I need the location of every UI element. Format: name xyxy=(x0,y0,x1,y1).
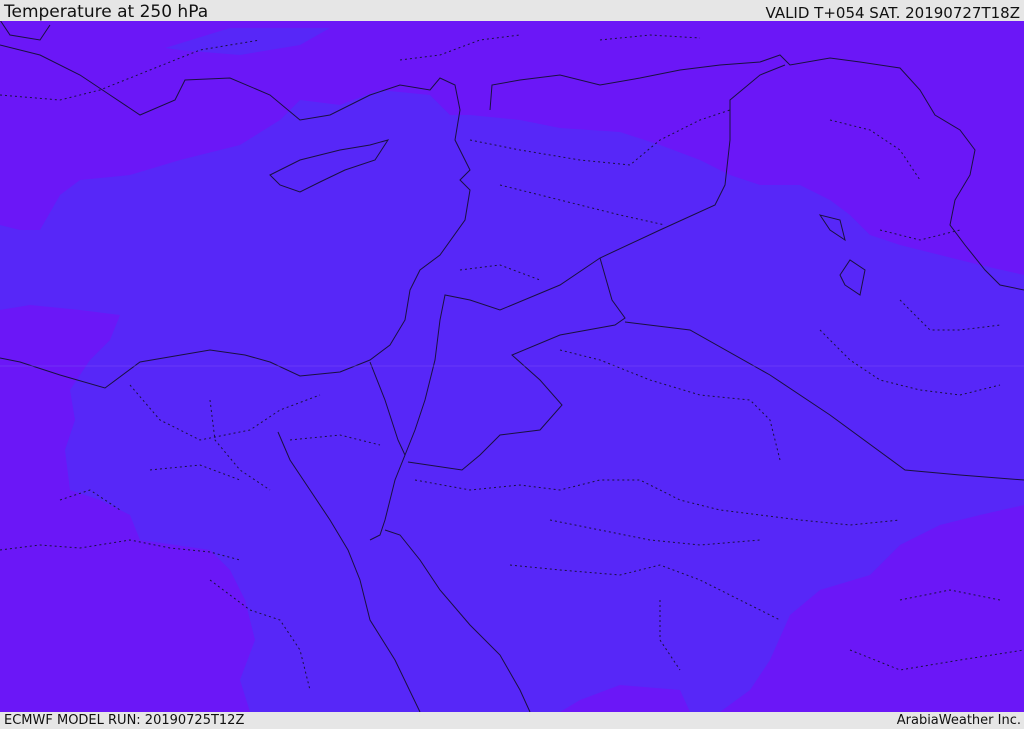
map-title: Temperature at 250 hPa xyxy=(4,2,209,22)
map-area xyxy=(0,21,1024,712)
footer-bar: ECMWF MODEL RUN: 20190725T12Z ArabiaWeat… xyxy=(0,712,1024,729)
credit-label: ArabiaWeather Inc. xyxy=(896,713,1021,728)
model-run-label: ECMWF MODEL RUN: 20190725T12Z xyxy=(4,713,245,728)
header-bar: Temperature at 250 hPa VALID T+054 SAT. … xyxy=(0,0,1024,21)
valid-time: VALID T+054 SAT. 20190727T18Z xyxy=(765,4,1020,22)
temperature-map xyxy=(0,21,1024,712)
